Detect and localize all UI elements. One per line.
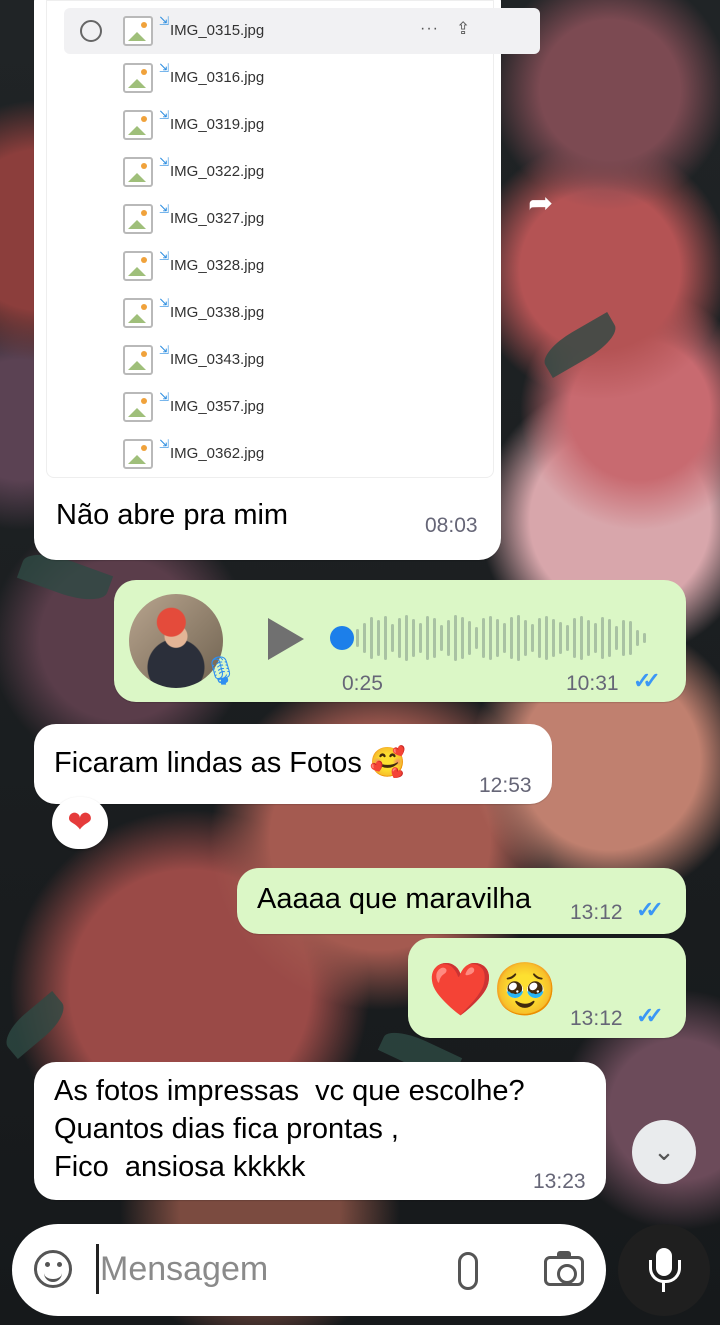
forward-icon[interactable]: ➦ <box>528 186 553 221</box>
sync-icon: ⇲ <box>159 343 170 357</box>
image-file-icon <box>123 204 153 234</box>
file-row[interactable] <box>46 431 494 477</box>
image-file-icon <box>123 345 153 375</box>
file-name: IMG_0322.jpg <box>170 163 265 180</box>
message-time: 13:12 <box>570 1007 623 1030</box>
attach-icon[interactable] <box>458 1252 478 1290</box>
message-time: 08:03 <box>425 514 478 537</box>
play-icon[interactable] <box>268 618 304 660</box>
sync-icon: ⇲ <box>159 296 170 310</box>
sync-icon: ⇲ <box>159 437 170 451</box>
message-text: As fotos impressas vc que escolhe? Quant… <box>54 1075 525 1183</box>
message-text: Aaaaa que maravilha <box>257 883 532 915</box>
file-name: IMG_0319.jpg <box>170 116 265 133</box>
sync-icon: ⇲ <box>159 155 170 169</box>
image-file-icon <box>123 110 153 140</box>
image-file-icon <box>123 16 153 46</box>
message-input-bar[interactable]: Mensagem <box>12 1224 606 1316</box>
sync-icon: ⇲ <box>159 202 170 216</box>
sticker-icon[interactable] <box>34 1250 72 1288</box>
select-radio[interactable] <box>80 20 102 42</box>
sync-icon: ⇲ <box>159 61 170 75</box>
chevron-down-icon: ⌄ <box>653 1136 675 1166</box>
message-time: 13:12 <box>570 901 623 924</box>
sync-icon: ⇲ <box>159 108 170 122</box>
file-name: IMG_0315.jpg <box>170 22 265 39</box>
sync-icon: ⇲ <box>159 249 170 263</box>
message-text: Ficaram lindas as Fotos 🥰 <box>54 747 406 779</box>
audio-waveform[interactable] <box>356 612 656 664</box>
image-file-icon <box>123 157 153 187</box>
file-name: IMG_0328.jpg <box>170 257 265 274</box>
voice-duration: 0:25 <box>342 672 383 695</box>
sync-icon: ⇲ <box>159 390 170 404</box>
file-name: IMG_0316.jpg <box>170 69 265 86</box>
share-icon[interactable]: ⇪ <box>456 19 470 39</box>
sync-icon: ⇲ <box>159 14 170 28</box>
camera-icon[interactable] <box>544 1251 584 1286</box>
image-file-icon <box>123 439 153 469</box>
file-name: IMG_0327.jpg <box>170 210 265 227</box>
file-row[interactable] <box>46 149 494 195</box>
image-file-icon <box>123 251 153 281</box>
file-name: IMG_0338.jpg <box>170 304 265 321</box>
more-icon[interactable]: ··· <box>420 20 439 38</box>
message-time: 10:31 <box>566 672 619 695</box>
playback-scrubber[interactable] <box>330 626 354 650</box>
file-row[interactable] <box>46 337 494 383</box>
read-receipt-icon: ✓✓ <box>636 1003 664 1028</box>
reaction-badge[interactable]: ❤ <box>52 797 108 849</box>
file-row[interactable] <box>46 243 494 289</box>
file-row[interactable] <box>46 196 494 242</box>
read-receipt-icon: ✓✓ <box>636 897 664 922</box>
image-file-icon <box>123 298 153 328</box>
file-name: IMG_0362.jpg <box>170 445 265 462</box>
file-row[interactable] <box>46 384 494 430</box>
message-text: Não abre pra mim <box>56 499 289 531</box>
file-row[interactable] <box>46 102 494 148</box>
scroll-to-bottom-button[interactable]: ⌄ <box>632 1120 696 1184</box>
file-row[interactable] <box>46 55 494 101</box>
read-receipt-icon: ✓✓ <box>633 668 661 693</box>
file-list-screenshot[interactable]: ··· ⇪ ⇲ IMG_0315.jpg ⇲ IMG_0316.jpg ⇲ IMG_0319.… <box>46 0 540 478</box>
message-input[interactable]: Mensagem <box>100 1250 268 1289</box>
text-cursor <box>96 1244 99 1294</box>
message-time: 13:23 <box>533 1170 586 1193</box>
image-file-icon <box>123 63 153 93</box>
voice-record-button[interactable] <box>618 1224 710 1316</box>
message-time: 12:53 <box>479 774 532 797</box>
image-file-icon <box>123 392 153 422</box>
file-name: IMG_0357.jpg <box>170 398 265 415</box>
message-text: ❤️🥹 <box>428 961 558 1019</box>
file-name: IMG_0343.jpg <box>170 351 265 368</box>
microphone-icon: 🎙 <box>203 655 239 686</box>
file-row[interactable] <box>46 290 494 336</box>
